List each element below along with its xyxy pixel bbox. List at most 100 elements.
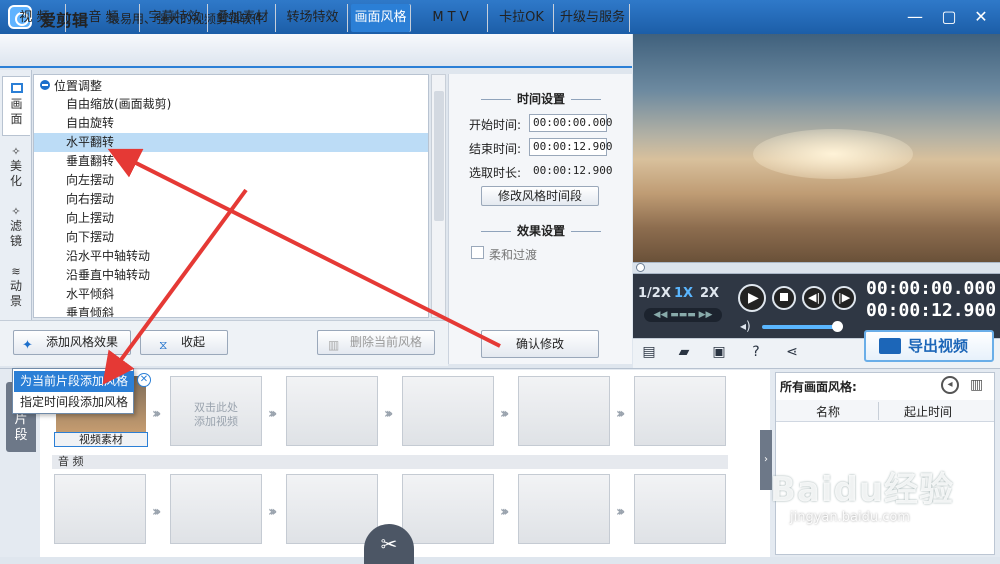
wave-icon: ≋	[11, 265, 21, 278]
stop-button[interactable]	[772, 286, 796, 310]
menu-item-add-to-time-range[interactable]: 指定时间段添加风格	[14, 392, 134, 413]
audio-clip-slot[interactable]	[286, 474, 378, 544]
add-effect-menu: 为当前片段添加风格 指定时间段添加风格	[12, 368, 134, 414]
end-time-input[interactable]: 00:00:12.900	[529, 138, 612, 156]
styles-table-header: 名称 起止时间	[776, 400, 994, 422]
empty-clip-slot[interactable]	[518, 376, 610, 446]
collapse-icon: ⧖	[159, 338, 168, 352]
playback-progress-bar[interactable]	[633, 262, 1000, 274]
new-project-icon[interactable]: ▤	[641, 344, 657, 360]
watermark-logo: Baidu经验	[770, 470, 955, 510]
list-scrollbar[interactable]	[431, 74, 446, 318]
volume-icon[interactable]: ◂)	[740, 319, 751, 333]
clip-arrow-icon: ›››	[616, 406, 625, 422]
jog-shuttle[interactable]: ◀◀ ▬▬▬ ▶▶	[644, 308, 722, 322]
next-frame-button[interactable]: |▶	[832, 286, 856, 310]
confirm-modify-button[interactable]: 确认修改	[481, 330, 599, 358]
share-icon[interactable]: ⋖	[784, 344, 800, 360]
tab-audio[interactable]: 音 频	[68, 4, 140, 32]
speed-half[interactable]: 1/2X	[638, 286, 671, 301]
add-effect-button[interactable]: ✦ 添加风格效果	[13, 330, 131, 355]
empty-clip-slot[interactable]	[634, 376, 726, 446]
maximize-icon[interactable]: ▢	[938, 6, 960, 28]
speed-2x[interactable]: 2X	[700, 286, 719, 301]
list-item[interactable]: 垂直倾斜	[34, 304, 428, 317]
all-styles-title: 所有画面风格:	[780, 380, 857, 394]
audio-clip-slot[interactable]	[518, 474, 610, 544]
start-time-input[interactable]: 00:00:00.000	[529, 114, 612, 132]
trash-icon[interactable]: ▥	[970, 377, 983, 393]
add-video-hint: 双击此处 添加视频	[194, 401, 238, 428]
effect-list: 位置调整 自由缩放(画面裁剪) 自由旋转 水平翻转 垂直翻转 向左摆动 向右摆动…	[33, 74, 429, 318]
clip-arrow-icon: ›››	[616, 504, 625, 520]
start-time-label: 开始时间:	[469, 118, 522, 132]
collapse-button[interactable]: ⧖ 收起	[140, 330, 228, 355]
watermark-url: jingyan.baidu.com	[790, 510, 910, 525]
list-item[interactable]: 向上摆动	[34, 209, 428, 228]
minimize-icon[interactable]: —	[904, 6, 926, 28]
add-video-slot[interactable]: 双击此处 添加视频	[170, 376, 262, 446]
empty-clip-slot[interactable]	[286, 376, 378, 446]
effect-settings-title: 效果设置	[449, 222, 633, 239]
add-effect-label: 添加风格效果	[45, 335, 118, 349]
video-preview[interactable]	[633, 34, 1000, 262]
list-item[interactable]: 向左摆动	[34, 171, 428, 190]
list-item[interactable]: 水平倾斜	[34, 285, 428, 304]
side-tab-motion[interactable]: ≋ 动景	[2, 260, 30, 316]
volume-slider[interactable]	[762, 325, 838, 329]
total-time: 00:00:12.900	[866, 300, 997, 321]
clip-arrow-icon: ›››	[268, 406, 277, 422]
close-icon[interactable]: ✕	[970, 6, 992, 28]
prev-frame-button[interactable]: ◀|	[802, 286, 826, 310]
tab-upgrade-service[interactable]: 升级与服务	[556, 4, 630, 32]
modify-time-button[interactable]: 修改风格时间段	[481, 186, 599, 206]
tab-video[interactable]: 视 频	[4, 4, 66, 32]
delete-effect-button[interactable]: ▥ 删除当前风格	[317, 330, 435, 355]
side-tab-filter[interactable]: ✧ 滤镜	[2, 200, 30, 256]
collapse-label: 收起	[180, 335, 205, 349]
end-time-label: 结束时间:	[469, 142, 522, 156]
list-group-header[interactable]: 位置调整	[34, 77, 428, 96]
main-tab-bar	[0, 34, 632, 68]
audio-clip-slot[interactable]	[402, 474, 494, 544]
smooth-transition-checkbox[interactable]	[471, 246, 484, 259]
tab-karaoke[interactable]: 卡拉OK	[490, 4, 554, 32]
tab-overlay-material[interactable]: 叠加素材	[210, 4, 276, 32]
list-item[interactable]: 沿水平中轴转动	[34, 247, 428, 266]
delete-effect-label: 删除当前风格	[349, 335, 422, 349]
empty-clip-slot[interactable]	[402, 376, 494, 446]
save-icon[interactable]: ▣	[711, 344, 727, 360]
open-folder-icon[interactable]: ▰	[676, 344, 692, 360]
tab-subtitle-effects[interactable]: 字幕特效	[142, 4, 208, 32]
list-item[interactable]: 自由旋转	[34, 114, 428, 133]
list-item[interactable]: 沿垂直中轴转动	[34, 266, 428, 285]
list-item[interactable]: 垂直翻转	[34, 152, 428, 171]
side-tab-beautify[interactable]: ✧ 美化	[2, 140, 30, 196]
list-item[interactable]: 自由缩放(画面裁剪)	[34, 95, 428, 114]
smooth-transition-label: 柔和过渡	[489, 248, 538, 262]
video-clip-label: 视频素材	[79, 433, 123, 446]
side-tab-picture[interactable]: 画面	[2, 76, 30, 136]
video-clip[interactable]: 视频素材	[54, 432, 148, 447]
remove-clip-icon[interactable]: ✕	[137, 373, 151, 387]
next-frame-icon: |▶	[838, 291, 851, 304]
back-icon[interactable]: ◂	[941, 376, 959, 394]
play-button[interactable]: ▶	[738, 284, 766, 312]
audio-clip-slot[interactable]	[170, 474, 262, 544]
list-item-selected[interactable]: 水平翻转	[34, 133, 428, 152]
audio-clip-slot[interactable]	[634, 474, 726, 544]
list-item[interactable]: 向右摆动	[34, 190, 428, 209]
help-icon[interactable]: ?	[748, 344, 764, 360]
menu-item-add-to-current-clip[interactable]: 为当前片段添加风格	[14, 371, 134, 392]
audio-clip-slot[interactable]	[54, 474, 146, 544]
tab-transition-effects[interactable]: 转场特效	[278, 4, 348, 32]
export-icon	[879, 338, 901, 354]
volume-handle[interactable]	[832, 321, 843, 332]
tab-picture-style[interactable]: 画面风格	[351, 4, 411, 32]
playback-handle[interactable]	[636, 263, 645, 272]
speed-1x[interactable]: 1X	[674, 286, 693, 301]
scrollbar-thumb[interactable]	[434, 91, 444, 221]
side-tab-label: 美化	[9, 159, 22, 188]
list-item[interactable]: 向下摆动	[34, 228, 428, 247]
tab-mtv[interactable]: M T V	[414, 4, 488, 32]
